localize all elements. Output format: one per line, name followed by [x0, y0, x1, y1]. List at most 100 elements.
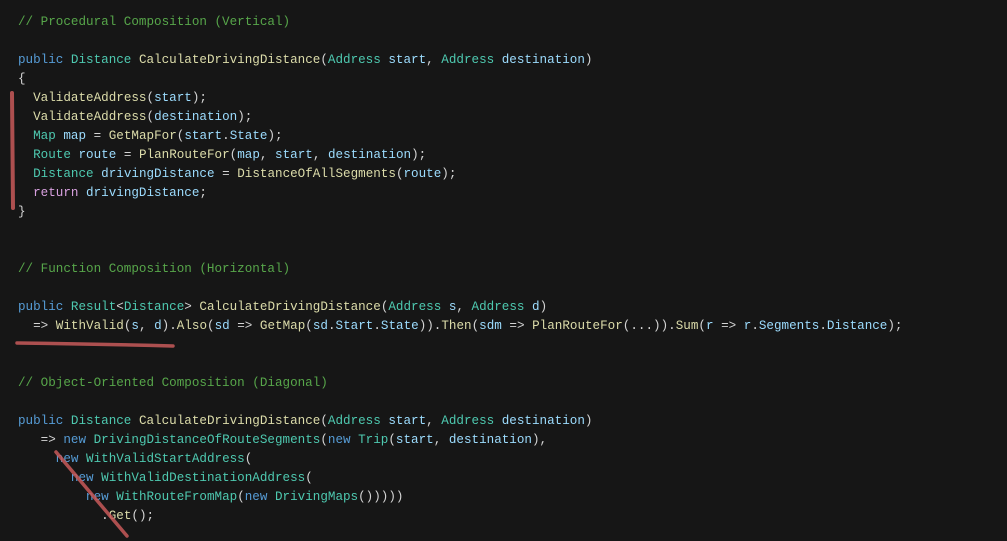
code-token: WithValidStartAddress: [86, 452, 245, 466]
code-token: State: [380, 319, 419, 333]
code-token: map: [63, 129, 87, 143]
code-token: (: [305, 471, 313, 485]
code-line: new WithRouteFromMap(new DrivingMaps()))…: [18, 488, 903, 507]
code-token: (: [388, 433, 396, 447]
code-token: Start: [335, 319, 374, 333]
code-token: =: [86, 129, 109, 143]
code-token: ): [584, 53, 593, 67]
code-token: destination: [154, 110, 238, 124]
code-token: Trip: [358, 433, 389, 447]
code-token: =>: [501, 319, 533, 333]
code-token: ,: [312, 148, 328, 162]
code-token: );: [267, 129, 283, 143]
code-line: public Distance CalculateDrivingDistance…: [18, 412, 903, 431]
code-token: WithValid: [55, 319, 124, 333]
code-token: Result: [70, 300, 117, 314]
code-token: (: [207, 319, 215, 333]
code-comment: // Object-Oriented Composition (Diagonal…: [18, 376, 328, 390]
code-token: CalculateDrivingDistance: [138, 414, 321, 428]
code-line: }: [18, 203, 903, 222]
code-token: map: [237, 148, 260, 162]
code-token: new: [63, 433, 94, 447]
code-token: WithRouteFromMap: [116, 490, 238, 504]
code-token: =>: [713, 319, 744, 333]
code-token: start: [388, 53, 427, 67]
code-token: ValidateAddress: [33, 91, 147, 105]
code-token: new: [244, 490, 275, 504]
code-token: drivingDistance: [86, 186, 200, 200]
code-token: start: [154, 91, 192, 105]
code-token: .: [222, 129, 230, 143]
code-token: Distance: [70, 414, 139, 428]
code-token: <: [116, 300, 124, 314]
code-token: DistanceOfAllSegments: [237, 167, 396, 181]
code-token: destination: [501, 53, 585, 67]
code-token: Distance: [33, 167, 102, 181]
code-token: destination: [327, 148, 412, 162]
code-token: =>: [18, 319, 56, 333]
code-token: Then: [441, 319, 472, 333]
code-token: ,: [426, 414, 442, 428]
code-token: start: [395, 433, 434, 447]
code-token: ;: [199, 186, 207, 200]
code-editor: // Procedural Composition (Vertical) pub…: [18, 13, 903, 526]
code-token: sd: [312, 319, 328, 333]
code-token: Address: [327, 53, 389, 67]
code-token: destination: [448, 433, 532, 447]
code-token: =: [214, 167, 238, 181]
code-token: ,: [426, 53, 442, 67]
code-line: ValidateAddress(start);: [18, 89, 903, 108]
code-token: route: [78, 148, 117, 162]
code-token: Address: [327, 414, 389, 428]
code-token: );: [237, 110, 253, 124]
code-token: route: [403, 167, 442, 181]
code-token: (: [320, 414, 328, 428]
code-token: drivingDistance: [101, 167, 215, 181]
code-token: new: [86, 490, 117, 504]
code-line: Map map = GetMapFor(start.State);: [18, 127, 903, 146]
code-token: );: [411, 148, 427, 162]
code-token: public: [18, 414, 71, 428]
code-token: >: [184, 300, 200, 314]
code-token: start: [275, 148, 313, 162]
code-token: ): [584, 414, 593, 428]
code-token: =>: [229, 319, 260, 333]
code-token: (: [146, 91, 155, 105]
code-token: Route: [33, 148, 79, 162]
code-token: s: [131, 319, 139, 333]
code-token: GetMap: [259, 319, 306, 333]
code-line: public Result<Distance> CalculateDriving…: [18, 298, 903, 317]
code-line: new WithValidStartAddress(: [18, 450, 903, 469]
code-token: ),: [531, 433, 548, 447]
code-token: .: [751, 319, 759, 333]
code-token: );: [191, 91, 207, 105]
code-token: ,: [433, 433, 449, 447]
code-token: new: [55, 452, 87, 466]
code-token: ,: [456, 300, 472, 314]
code-line: // Function Composition (Horizontal): [18, 260, 903, 279]
code-token: PlanRouteFor: [138, 148, 230, 162]
code-token: ();: [131, 509, 155, 523]
code-token: )).: [418, 319, 442, 333]
code-token: .: [327, 319, 336, 333]
code-token: Also: [176, 319, 207, 333]
code-token: Distance: [123, 300, 185, 314]
code-token: Address: [471, 300, 532, 314]
code-token: ())))): [358, 490, 404, 504]
code-token: (: [146, 110, 155, 124]
code-token: =>: [18, 433, 64, 447]
code-token: (...)).: [622, 319, 676, 333]
code-token: Distance: [70, 53, 139, 67]
code-token: new: [327, 433, 359, 447]
code-token: PlanRouteFor: [532, 319, 623, 333]
